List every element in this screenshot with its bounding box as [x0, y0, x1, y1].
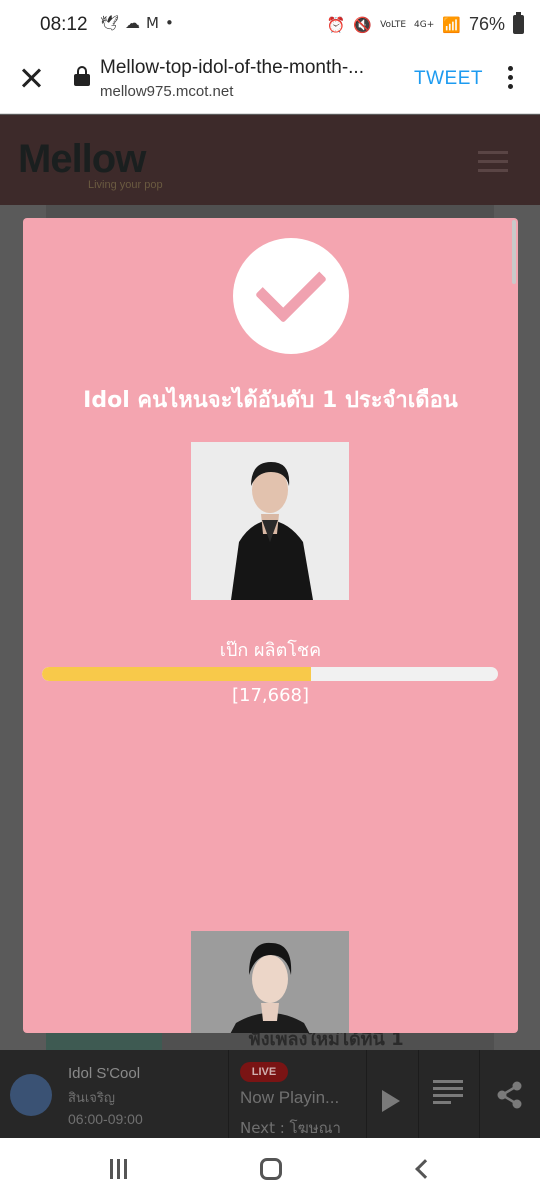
- next-program: Next : โฆษณา: [240, 1119, 341, 1137]
- playlist-icon[interactable]: [433, 1080, 463, 1110]
- show-time: 06:00-09:00: [68, 1111, 143, 1127]
- idol-photo: [191, 442, 349, 600]
- status-bar: 08:12 🕊☁M• ⏰ 🔇 VoLTE 4G+ 📶 76%: [0, 0, 540, 50]
- lock-icon[interactable]: [74, 66, 90, 86]
- show-artwork: [10, 1074, 52, 1116]
- live-badge: LIVE: [240, 1062, 288, 1082]
- home-icon[interactable]: [260, 1158, 282, 1180]
- page-title[interactable]: Mellow-top-idol-of-the-month-...: [100, 57, 398, 79]
- site-tagline: Living your pop: [88, 179, 163, 191]
- bird-icon: 🕊: [100, 14, 126, 32]
- notification-icons: 🕊☁M•: [100, 14, 180, 32]
- vote-progress-fill: [42, 667, 312, 681]
- site-header: Mellow Living your pop: [0, 115, 540, 205]
- poll-question: Idol คนไหนจะได้อันดับ 1 ประจำเดือน: [83, 388, 458, 413]
- mute-icon: 🔇: [353, 15, 373, 34]
- modal-scrollbar[interactable]: [512, 220, 516, 284]
- article-thumbnail: [46, 1030, 162, 1052]
- signal-icon: 📶: [442, 15, 461, 34]
- status-time: 08:12: [40, 14, 88, 35]
- 4g-icon: 4G+: [414, 19, 435, 30]
- idol-photo: [191, 931, 349, 1033]
- tweet-button[interactable]: TWEET: [414, 68, 483, 90]
- menu-icon[interactable]: [478, 151, 508, 173]
- custom-tab-toolbar: Mellow-top-idol-of-the-month-... mellow9…: [0, 50, 540, 114]
- candidate-name: เป๊ก ผลิตโชค: [219, 640, 322, 661]
- close-icon[interactable]: [18, 64, 46, 92]
- battery-icon: [513, 12, 524, 34]
- gmail-icon: M: [146, 14, 165, 32]
- vote-result-modal: Idol คนไหนจะได้อันดับ 1 ประจำเดือน เป๊ก …: [23, 218, 518, 1033]
- player-divider: [228, 1050, 229, 1138]
- page-domain[interactable]: mellow975.mcot.net: [100, 83, 233, 100]
- vote-count: [17,668]: [231, 685, 310, 706]
- vote-progress-bar: [42, 667, 498, 681]
- alarm-icon: ⏰: [326, 15, 346, 34]
- battery-level: 76%: [468, 14, 505, 34]
- cloud-icon: ☁: [125, 14, 147, 32]
- player-divider: [479, 1050, 480, 1138]
- play-icon[interactable]: [382, 1090, 400, 1112]
- share-icon[interactable]: [495, 1080, 525, 1110]
- dot-icon: •: [165, 14, 180, 32]
- more-options-icon[interactable]: [503, 66, 517, 90]
- volte-icon: VoLTE: [380, 19, 407, 30]
- success-check-icon: [233, 238, 349, 354]
- back-icon[interactable]: [415, 1159, 435, 1179]
- system-icons: ⏰ 🔇 VoLTE 4G+ 📶 76%: [326, 12, 524, 35]
- radio-player: Idol S'Cool สินเจริญ 06:00-09:00 LIVE No…: [0, 1050, 540, 1138]
- now-playing: Now Playin...: [240, 1088, 340, 1107]
- system-navigation-bar: [0, 1138, 540, 1200]
- site-logo[interactable]: Mellow: [18, 137, 146, 182]
- player-divider: [366, 1050, 367, 1138]
- show-host: สินเจริญ: [68, 1091, 115, 1106]
- show-name: Idol S'Cool: [68, 1065, 141, 1082]
- player-divider: [418, 1050, 419, 1138]
- recent-apps-icon[interactable]: [110, 1159, 132, 1179]
